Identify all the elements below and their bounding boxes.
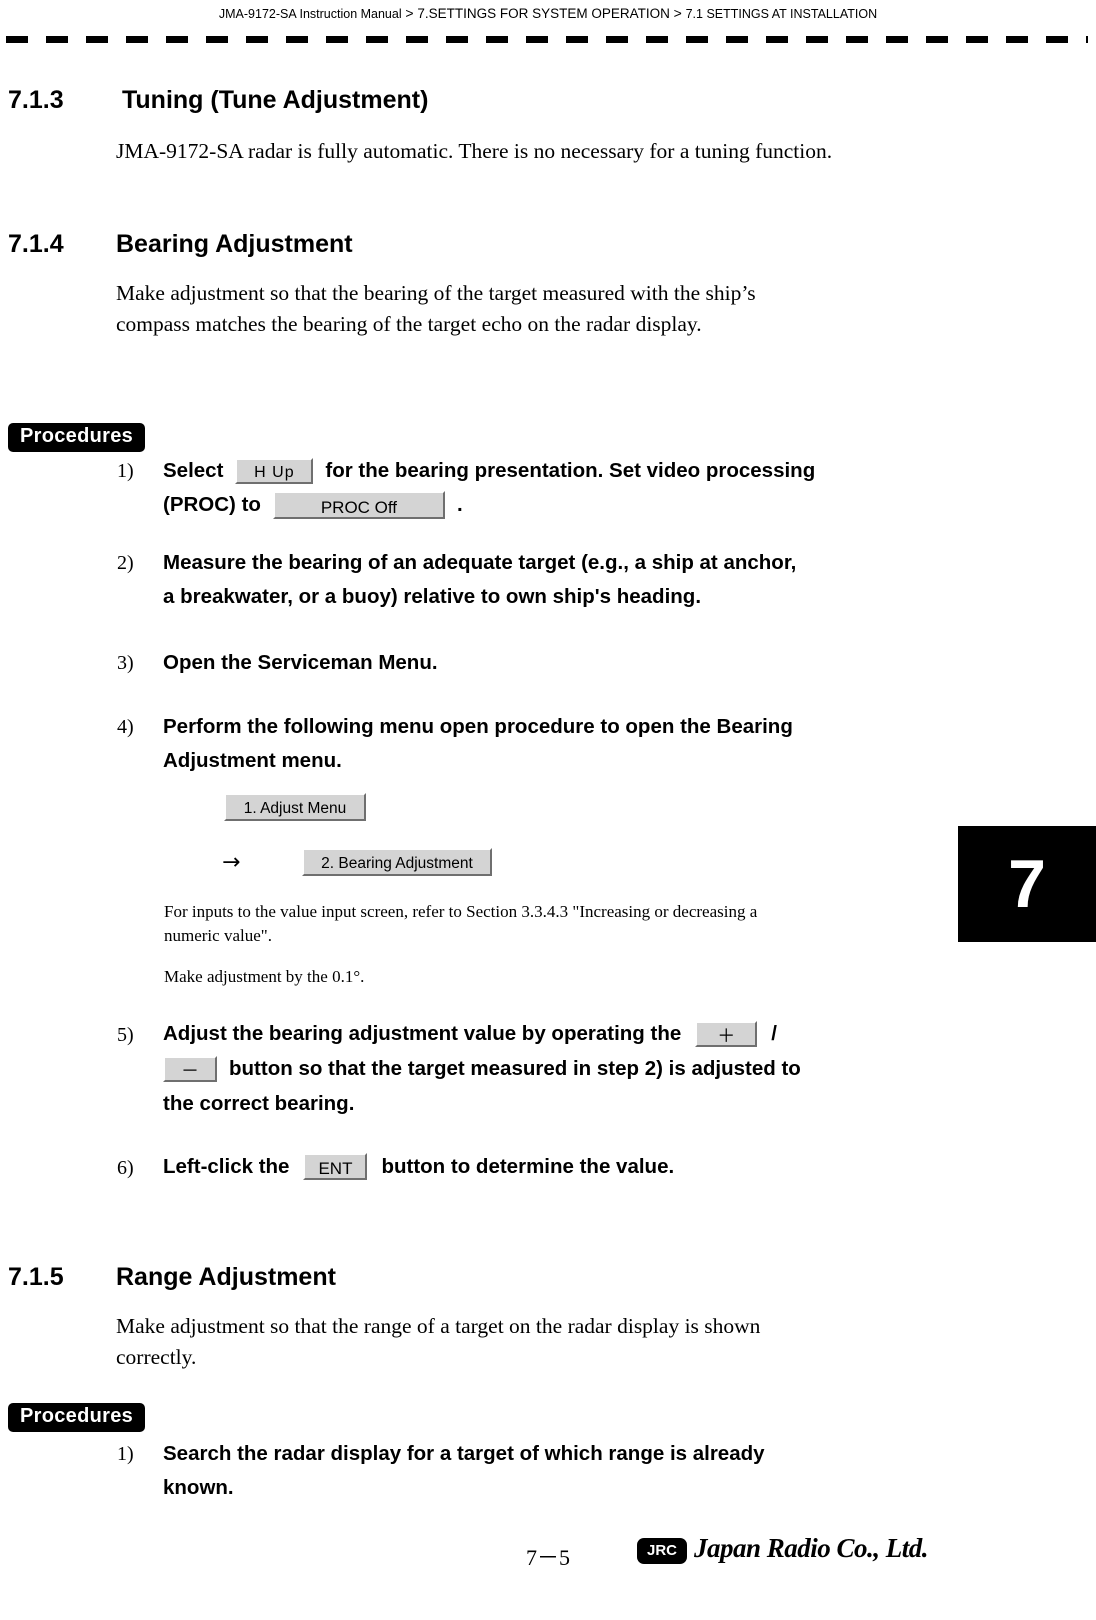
- step-number-b3: 3): [117, 652, 134, 674]
- step-b5-text-1: Adjust the bearing adjustment value by o…: [163, 1022, 682, 1045]
- step-number-b1: 1): [117, 460, 134, 482]
- step-b6-text-1: Left-click the: [163, 1155, 290, 1178]
- divider-dash: [766, 36, 788, 43]
- procedures-label-range: Procedures: [8, 1403, 146, 1432]
- divider-dash: [846, 36, 868, 43]
- step-r1-line2: known.: [163, 1476, 234, 1499]
- company-name: Japan Radio Co., Ltd.: [694, 1533, 929, 1563]
- step-b2-line1: Measure the bearing of an adequate targe…: [163, 551, 797, 574]
- step-b5-line3: the correct bearing.: [163, 1092, 355, 1115]
- divider-dash: [606, 36, 628, 43]
- chapter-tab: 7: [958, 826, 1096, 942]
- step-b1-text-1: Select: [163, 459, 224, 482]
- step-b5-text-2: button so that the target measured in st…: [229, 1057, 801, 1080]
- section-title-715: Range Adjustment: [116, 1263, 336, 1291]
- header-section-title: 7.1 SETTINGS AT INSTALLATION: [685, 7, 878, 21]
- section-number-714: 7.1.4: [8, 230, 64, 258]
- divider-dash: [1006, 36, 1028, 43]
- section-number-713: 7.1.3: [8, 86, 64, 114]
- section-title-713: Tuning (Tune Adjustment): [122, 86, 429, 114]
- jrc-logo: JRC: [637, 1538, 687, 1564]
- step-b4-line1: Perform the following menu open procedur…: [163, 715, 793, 738]
- divider-dash: [446, 36, 468, 43]
- step-b4-note1-line1: For inputs to the value input screen, re…: [164, 902, 758, 921]
- key-minus[interactable]: －: [163, 1055, 217, 1082]
- divider-dash: [6, 36, 28, 43]
- step-b1-line2: (PROC) to PROC Off .: [163, 490, 963, 519]
- divider-dash: [1086, 36, 1088, 43]
- section-body-714-line1: Make adjustment so that the bearing of t…: [116, 281, 756, 305]
- divider-dash: [126, 36, 148, 43]
- divider-dash: [246, 36, 268, 43]
- section-body-714-line2: compass matches the bearing of the targe…: [116, 312, 702, 336]
- header-chapter-title: 7.SETTINGS FOR SYSTEM OPERATION: [417, 6, 670, 21]
- step-b1-line1: Select H Up for the bearing presentation…: [163, 456, 963, 485]
- divider-dash: [526, 36, 548, 43]
- key-bearing-adjustment[interactable]: 2. Bearing Adjustment: [302, 848, 492, 876]
- step-b5-line1: Adjust the bearing adjustment value by o…: [163, 1019, 983, 1048]
- key-proc-off[interactable]: PROC Off: [272, 490, 445, 519]
- step-b4-line2: Adjustment menu.: [163, 749, 342, 772]
- step-b1-text-2: for the bearing presentation. Set video …: [325, 459, 816, 482]
- section-body-715-line1: Make adjustment so that the range of a t…: [116, 1314, 761, 1338]
- divider-dash: [806, 36, 828, 43]
- divider-dash: [406, 36, 428, 43]
- key-adjust-menu[interactable]: 1. Adjust Menu: [224, 793, 366, 821]
- procedures-label-bearing: Procedures: [8, 423, 146, 452]
- section-body-715-line2: correctly.: [116, 1345, 197, 1369]
- step-b2-line2: a breakwater, or a buoy) relative to own…: [163, 585, 702, 608]
- section-body-713: JMA-9172-SA radar is fully automatic. Th…: [116, 139, 833, 163]
- divider-dash: [686, 36, 708, 43]
- divider-dash: [366, 36, 388, 43]
- header-dashed-divider: [6, 36, 1088, 43]
- step-b1-text-4: .: [456, 493, 463, 516]
- menu-flow-arrow: →: [222, 850, 241, 875]
- step-b4-note1-line2: numeric value".: [164, 926, 272, 945]
- key-plus[interactable]: ＋: [695, 1020, 758, 1047]
- key-h-up[interactable]: H Up: [235, 457, 314, 484]
- divider-dash: [86, 36, 108, 43]
- divider-dash: [326, 36, 348, 43]
- step-number-b6: 6): [117, 1157, 134, 1179]
- step-number-b5: 5): [117, 1024, 134, 1046]
- section-title-714: Bearing Adjustment: [116, 230, 353, 258]
- header-separator-1: >: [405, 5, 414, 21]
- section-number-715: 7.1.5: [8, 1263, 64, 1291]
- step-b5-slash: /: [771, 1022, 777, 1045]
- divider-dash: [166, 36, 188, 43]
- divider-dash: [206, 36, 228, 43]
- header-separator-2: >: [673, 5, 682, 21]
- divider-dash: [646, 36, 668, 43]
- page-number: 7－5: [525, 1545, 570, 1570]
- step-number-r1: 1): [117, 1443, 134, 1465]
- menu-key-adjust-menu-wrap: 1. Adjust Menu: [224, 793, 366, 821]
- step-b4-note2: Make adjustment by the 0.1°.: [164, 967, 365, 986]
- page-header: JMA-9172-SA Instruction Manual > 7.SETTI…: [0, 0, 1096, 26]
- step-number-b4: 4): [117, 716, 134, 738]
- step-b1-text-3: (PROC) to: [163, 493, 261, 516]
- key-ent[interactable]: ENT: [303, 1153, 368, 1180]
- step-b6-line1: Left-click the ENT button to determine t…: [163, 1152, 983, 1181]
- step-number-b2: 2): [117, 552, 134, 574]
- document-page: JMA-9172-SA Instruction Manual > 7.SETTI…: [0, 0, 1096, 1620]
- divider-dash: [46, 36, 68, 43]
- divider-dash: [726, 36, 748, 43]
- divider-dash: [286, 36, 308, 43]
- step-b5-line2: － button so that the target measured in …: [163, 1054, 983, 1083]
- step-b3-line1: Open the Serviceman Menu.: [163, 651, 438, 674]
- divider-dash: [966, 36, 988, 43]
- divider-dash: [886, 36, 908, 43]
- menu-key-bearing-adjustment-wrap: 2. Bearing Adjustment: [302, 848, 492, 876]
- divider-dash: [926, 36, 948, 43]
- step-b6-text-2: button to determine the value.: [381, 1155, 675, 1178]
- divider-dash: [486, 36, 508, 43]
- divider-dash: [566, 36, 588, 43]
- header-manual-title: JMA-9172-SA Instruction Manual: [218, 7, 402, 21]
- divider-dash: [1046, 36, 1068, 43]
- step-r1-line1: Search the radar display for a target of…: [163, 1442, 765, 1465]
